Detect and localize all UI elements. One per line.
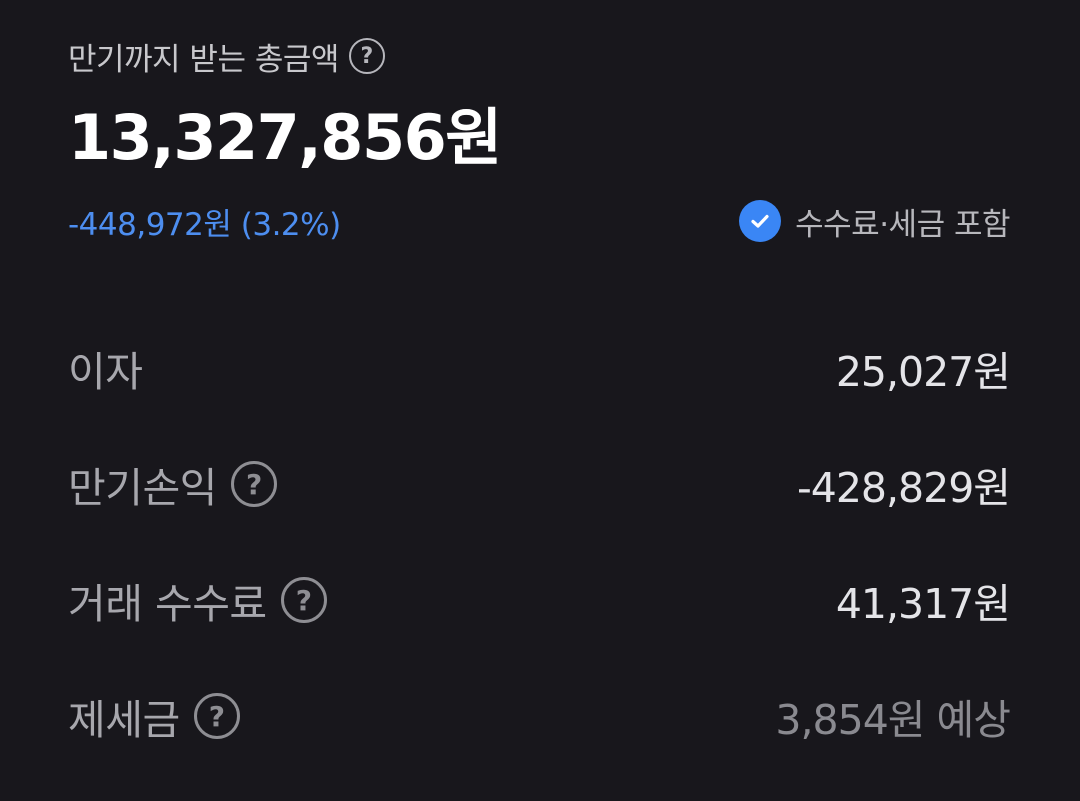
detail-value: 3,854원 예상 <box>775 696 1011 744</box>
page-title: 만기까지 받는 총금액 <box>68 41 339 78</box>
question-circle-icon[interactable]: ? <box>193 693 240 739</box>
difference-value: -448,972원 (3.2%) <box>68 206 341 243</box>
check-circle-icon <box>739 200 782 242</box>
fees-taxes-included-badge: 수수료·세금 포함 <box>739 199 1010 244</box>
detail-row-trading-fee: 거래 수수료 ? 41,317원 <box>68 570 1011 630</box>
detail-label-text: 이자 <box>68 348 143 396</box>
title-row: 만기까지 받는 총금액 ? <box>68 34 385 78</box>
detail-value: 41,317원 <box>835 580 1011 628</box>
detail-row-taxes: 제세금 ? 3,854원 예상 <box>68 686 1011 746</box>
detail-value: -428,829원 <box>796 464 1011 512</box>
detail-row-maturity-pnl: 만기손익 ? -428,829원 <box>68 454 1011 514</box>
detail-value: 25,027원 <box>835 348 1011 396</box>
detail-label: 거래 수수료 ? <box>68 570 327 630</box>
question-circle-icon[interactable]: ? <box>280 577 327 623</box>
question-circle-icon[interactable]: ? <box>348 38 385 74</box>
detail-label-text: 만기손익 <box>68 464 217 512</box>
detail-label: 이자 <box>68 338 143 398</box>
included-note: 수수료·세금 포함 <box>795 206 1010 243</box>
detail-row-interest: 이자 25,027원 <box>68 338 1011 398</box>
question-circle-icon[interactable]: ? <box>230 461 277 507</box>
detail-label-text: 제세금 <box>68 696 180 744</box>
detail-label: 만기손익 ? <box>68 454 277 514</box>
detail-label-text: 거래 수수료 <box>68 580 267 628</box>
detail-label: 제세금 ? <box>68 686 240 746</box>
difference-row: -448,972원 (3.2%) 수수료·세금 포함 <box>68 198 1010 244</box>
total-amount: 13,327,856원 <box>68 101 502 174</box>
